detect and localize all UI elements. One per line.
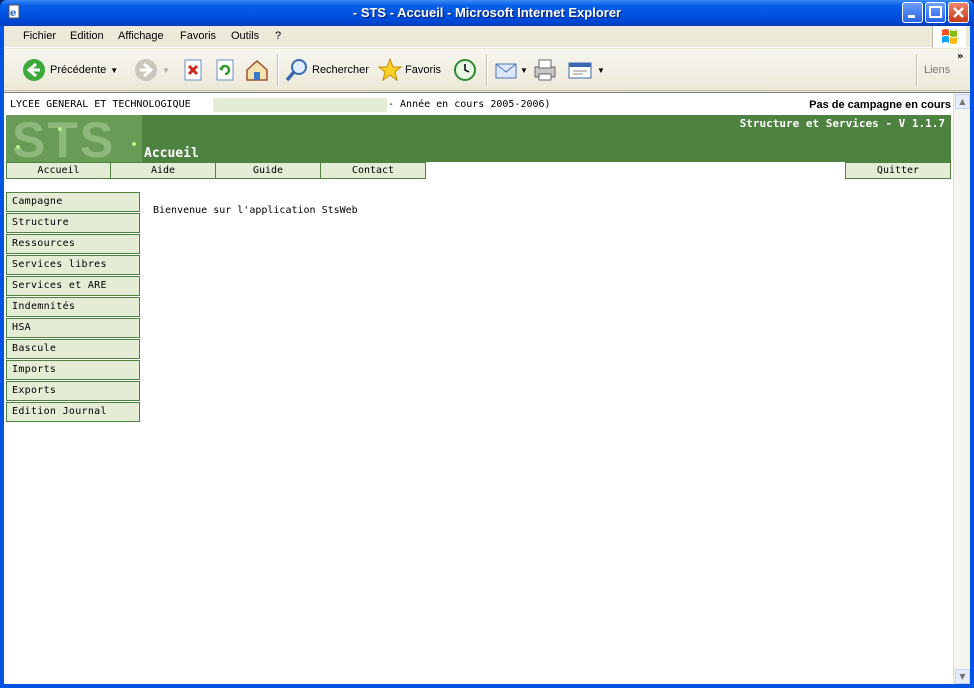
campagne-status: Pas de campagne en cours [809, 99, 951, 111]
sts-logo-text: STS [12, 115, 116, 162]
back-label: Précédente [50, 64, 107, 76]
toolbar-separator [277, 54, 279, 86]
maximize-button[interactable] [925, 2, 946, 23]
print-button[interactable] [531, 55, 559, 85]
menu-fichier[interactable]: Fichier [23, 30, 56, 42]
side-item-services-libres[interactable]: Services libres [6, 255, 140, 275]
etablissement-label: LYCEE GENERAL ET TECHNOLOGIQUE [10, 99, 191, 110]
toolbar: Précédente ▼ ▼ Rechercher Favoris ▼ ▼ Li… [4, 49, 970, 91]
nav-tabs: Accueil Aide Guide Contact Quitter [6, 162, 951, 179]
title-bar[interactable]: e - STS - Accueil - Microsoft Internet E… [0, 0, 974, 26]
menu-affichage[interactable]: Affichage [118, 30, 164, 42]
back-button[interactable]: Précédente ▼ [22, 55, 118, 85]
forward-arrow-icon [135, 59, 157, 81]
side-item-bascule[interactable]: Bascule [6, 339, 140, 359]
close-button[interactable] [948, 2, 969, 23]
tab-accueil[interactable]: Accueil [6, 162, 111, 179]
search-button[interactable]: Rechercher [285, 55, 369, 85]
browser-window: e - STS - Accueil - Microsoft Internet E… [0, 0, 974, 688]
stop-icon [184, 59, 202, 81]
quit-button[interactable]: Quitter [845, 162, 951, 179]
maximize-icon [929, 6, 942, 18]
etablissement-name-box [213, 98, 387, 112]
page-heading: Accueil [144, 146, 199, 161]
scroll-up-icon[interactable]: ▲ [955, 94, 970, 109]
menu-bar: Fichier Edition Affichage Favoris Outils… [4, 26, 970, 48]
toolbar-separator [486, 54, 488, 86]
edit-button[interactable]: ▼ [567, 55, 605, 85]
home-button[interactable] [244, 55, 270, 85]
side-menu: Campagne Structure Ressources Services l… [6, 192, 140, 423]
side-item-campagne[interactable]: Campagne [6, 192, 140, 212]
back-arrow-icon [23, 59, 45, 81]
page-viewport: LYCEE GENERAL ET TECHNOLOGIQUE - Année e… [4, 92, 970, 685]
refresh-button[interactable] [214, 55, 236, 85]
window-title: - STS - Accueil - Microsoft Internet Exp… [352, 5, 622, 20]
close-icon [953, 7, 964, 18]
home-icon [246, 59, 268, 81]
side-item-ressources[interactable]: Ressources [6, 234, 140, 254]
side-item-services-et-are[interactable]: Services et ARE [6, 276, 140, 296]
printer-icon [534, 59, 556, 81]
links-button[interactable]: Liens [924, 55, 950, 85]
side-item-imports[interactable]: Imports [6, 360, 140, 380]
logo-dot [16, 145, 20, 149]
toolbar-separator [916, 54, 918, 86]
minimize-button[interactable] [902, 2, 923, 23]
side-item-structure[interactable]: Structure [6, 213, 140, 233]
header-banner: STS Structure et Services - V 1.1.7 Accu… [6, 115, 951, 162]
info-bar: LYCEE GENERAL ET TECHNOLOGIQUE - Année e… [6, 97, 951, 113]
search-icon [285, 59, 307, 82]
app-title: Structure et Services - V 1.1.7 [739, 117, 945, 130]
tab-aide[interactable]: Aide [110, 162, 216, 179]
side-item-edition-journal[interactable]: Edition Journal [6, 402, 140, 422]
menu-edition[interactable]: Edition [70, 30, 104, 42]
mail-button[interactable]: ▼ [494, 55, 528, 85]
windows-logo-icon [932, 26, 966, 48]
scroll-down-icon[interactable]: ▼ [955, 669, 970, 684]
history-button[interactable] [452, 55, 478, 85]
side-item-exports[interactable]: Exports [6, 381, 140, 401]
mail-icon [495, 63, 517, 79]
tab-contact[interactable]: Contact [320, 162, 426, 179]
minimize-icon [908, 15, 915, 18]
favorites-button[interactable]: Favoris [377, 55, 441, 85]
welcome-message: Bienvenue sur l'application StsWeb [153, 205, 358, 216]
stop-button[interactable] [182, 55, 204, 85]
menu-outils[interactable]: Outils [231, 30, 259, 42]
side-item-hsa[interactable]: HSA [6, 318, 140, 338]
menu-help[interactable]: ? [275, 30, 281, 42]
edit-dropdown-icon[interactable]: ▼ [597, 66, 605, 75]
browser-client: Fichier Edition Affichage Favoris Outils… [4, 26, 970, 685]
mail-dropdown-icon[interactable]: ▼ [520, 66, 528, 75]
side-item-indemnites[interactable]: Indemnités [6, 297, 140, 317]
back-dropdown-icon[interactable]: ▼ [110, 66, 118, 75]
chevron-icon[interactable]: » [957, 51, 963, 62]
favorites-label: Favoris [405, 64, 442, 76]
annee-label: - Année en cours 2005-2006) [388, 99, 551, 110]
edit-page-icon [568, 62, 592, 79]
star-icon [377, 57, 403, 82]
vertical-scrollbar[interactable]: ▲ ▼ [953, 93, 970, 685]
forward-button[interactable]: ▼ [134, 55, 170, 85]
history-icon [454, 59, 476, 81]
forward-dropdown-icon[interactable]: ▼ [162, 66, 170, 75]
tab-guide[interactable]: Guide [215, 162, 321, 179]
menu-favoris[interactable]: Favoris [180, 30, 216, 42]
sts-logo: STS [6, 115, 142, 162]
refresh-icon [216, 59, 234, 81]
sts-page: LYCEE GENERAL ET TECHNOLOGIQUE - Année e… [6, 93, 951, 685]
logo-dot [58, 127, 62, 131]
window-bottom-border [0, 684, 974, 688]
logo-dot [132, 142, 136, 146]
search-label: Rechercher [312, 64, 369, 76]
